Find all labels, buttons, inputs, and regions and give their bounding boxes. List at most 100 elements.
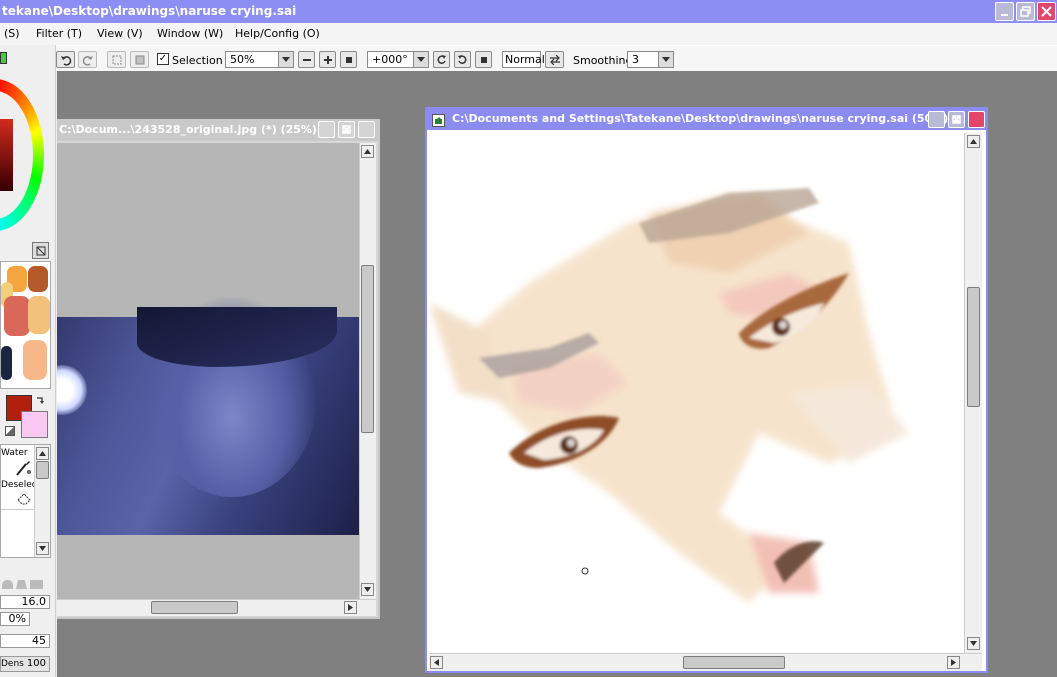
scroll-down-icon[interactable] — [967, 637, 980, 650]
color-picker-square[interactable] — [0, 119, 13, 191]
reset-colors-icon[interactable] — [5, 426, 15, 436]
color-mode-toggle[interactable] — [0, 52, 7, 64]
swap-colors-icon[interactable] — [36, 396, 46, 409]
brush-shape-flat-icon[interactable] — [16, 580, 27, 589]
swatch[interactable] — [1, 346, 12, 380]
scroll-up-icon[interactable] — [361, 145, 374, 158]
reference-image-viewport[interactable] — [57, 143, 359, 599]
scroll-thumb[interactable] — [361, 265, 374, 433]
density-value: 100 — [26, 658, 46, 669]
min-size-value: 0% — [8, 612, 26, 625]
reference-close-button[interactable] — [342, 121, 375, 138]
document-icon — [432, 114, 445, 127]
canvas-window-title: C:\Documents and Settings\Tatekane\Deskt… — [452, 112, 949, 125]
reference-photo — [57, 297, 359, 535]
undo-button[interactable] — [56, 51, 75, 68]
blending-value: 45 — [32, 634, 46, 647]
menu-item-select[interactable]: (S) — [4, 27, 20, 40]
app-title-bar[interactable]: tekane\Desktop\drawings\naruse crying.sa… — [0, 0, 1057, 23]
canvas-workspace[interactable]: C:\Docum...\243528_original.jpg (*) (25%… — [57, 71, 1057, 677]
reference-vertical-scrollbar[interactable] — [359, 143, 376, 599]
canvas-close-button[interactable] — [952, 111, 985, 128]
swatch[interactable] — [4, 296, 30, 336]
color-wheel[interactable] — [0, 79, 44, 231]
brush-icon[interactable] — [14, 459, 32, 480]
deselect-button[interactable] — [107, 51, 126, 68]
scroll-down-icon[interactable] — [36, 542, 49, 555]
invert-selection-button[interactable] — [130, 51, 149, 68]
brush-shape-square-icon[interactable] — [30, 580, 43, 589]
scroll-up-icon[interactable] — [967, 135, 980, 148]
zoom-in-button[interactable] — [319, 51, 336, 68]
square-icon — [476, 52, 491, 67]
rotate-left-button[interactable] — [433, 51, 450, 68]
maximize-button[interactable] — [1016, 2, 1035, 21]
scroll-thumb[interactable] — [683, 656, 785, 669]
left-tool-panel: Water Deselect 16.0 0% 45 Dens 100 — [0, 45, 56, 677]
blend-mode-value: Normal — [505, 53, 545, 66]
minimize-icon — [996, 3, 1013, 20]
scroll-thumb[interactable] — [967, 287, 980, 407]
close-button[interactable] — [1037, 2, 1056, 21]
menu-item-filter[interactable]: Filter (T) — [36, 27, 82, 40]
scroll-up-icon[interactable] — [36, 447, 49, 460]
restore-icon — [1017, 3, 1034, 20]
menu-bar: (S) Filter (T) View (V) Window (W) Help/… — [0, 23, 1057, 45]
brush-size-field[interactable]: 16.0 — [0, 595, 50, 609]
smoothing-value: 3 — [632, 53, 639, 66]
zoom-dropdown[interactable]: 50% — [225, 51, 294, 68]
menu-item-window[interactable]: Window (W) — [157, 27, 223, 40]
scroll-thumb[interactable] — [36, 461, 49, 479]
lamp-glow — [57, 365, 87, 415]
swatch-panel-button[interactable] — [32, 242, 49, 259]
scroll-right-icon[interactable] — [344, 601, 357, 614]
eraser-icon[interactable] — [16, 491, 32, 508]
close-icon — [318, 121, 375, 138]
brush-shape-round-icon[interactable] — [2, 580, 13, 589]
scroll-left-icon[interactable] — [430, 656, 443, 669]
drawing-canvas[interactable] — [429, 133, 964, 653]
close-icon — [928, 111, 985, 128]
canvas-vertical-scrollbar[interactable] — [964, 133, 982, 653]
selection-label: Selection — [172, 54, 223, 67]
reference-horizontal-scrollbar[interactable] — [57, 599, 376, 616]
rotation-value: +000° — [372, 53, 408, 66]
swatch[interactable] — [28, 296, 50, 334]
zoom-reset-button[interactable] — [340, 51, 357, 68]
redo-button[interactable] — [78, 51, 97, 68]
reference-window[interactable]: C:\Docum...\243528_original.jpg (*) (25%… — [57, 119, 380, 619]
canvas-window[interactable]: C:\Documents and Settings\Tatekane\Deskt… — [425, 107, 988, 673]
square-icon — [341, 52, 356, 67]
menu-item-help[interactable]: Help/Config (O) — [235, 27, 320, 40]
tool-water-label[interactable]: Water — [1, 448, 28, 458]
minus-icon — [299, 52, 314, 67]
chevron-down-icon — [278, 52, 293, 67]
blending-field[interactable]: 45 — [0, 634, 50, 648]
scroll-right-icon[interactable] — [947, 656, 960, 669]
canvas-window-title-bar[interactable]: C:\Documents and Settings\Tatekane\Deskt… — [426, 108, 987, 130]
zoom-out-button[interactable] — [298, 51, 315, 68]
close-icon — [1038, 3, 1055, 20]
app-title: tekane\Desktop\drawings\naruse crying.sa… — [2, 4, 297, 18]
flip-button[interactable] — [545, 51, 564, 68]
selection-checkbox[interactable]: ✓ — [157, 53, 169, 65]
menu-item-view[interactable]: View (V) — [97, 27, 143, 40]
canvas-horizontal-scrollbar[interactable] — [429, 653, 982, 671]
rotation-reset-button[interactable] — [475, 51, 492, 68]
scroll-down-icon[interactable] — [361, 583, 374, 596]
minimize-button[interactable] — [995, 2, 1014, 21]
rotate-right-button[interactable] — [454, 51, 471, 68]
checkmark-icon: ✓ — [158, 53, 168, 64]
rotation-dropdown[interactable]: +000° — [367, 51, 429, 68]
scroll-thumb[interactable] — [151, 601, 238, 614]
density-slider[interactable]: Dens 100 — [0, 656, 50, 672]
invert-icon — [131, 52, 148, 67]
swatch[interactable] — [23, 340, 47, 380]
smoothing-dropdown[interactable]: 3 — [627, 51, 674, 68]
blend-mode-select[interactable]: Normal — [502, 51, 545, 68]
tool-list-scrollbar[interactable] — [34, 445, 50, 557]
secondary-color-swatch[interactable] — [21, 411, 48, 438]
swatch[interactable] — [28, 266, 48, 292]
min-size-field[interactable]: 0% — [0, 612, 30, 626]
brush-shape-row — [0, 571, 51, 589]
